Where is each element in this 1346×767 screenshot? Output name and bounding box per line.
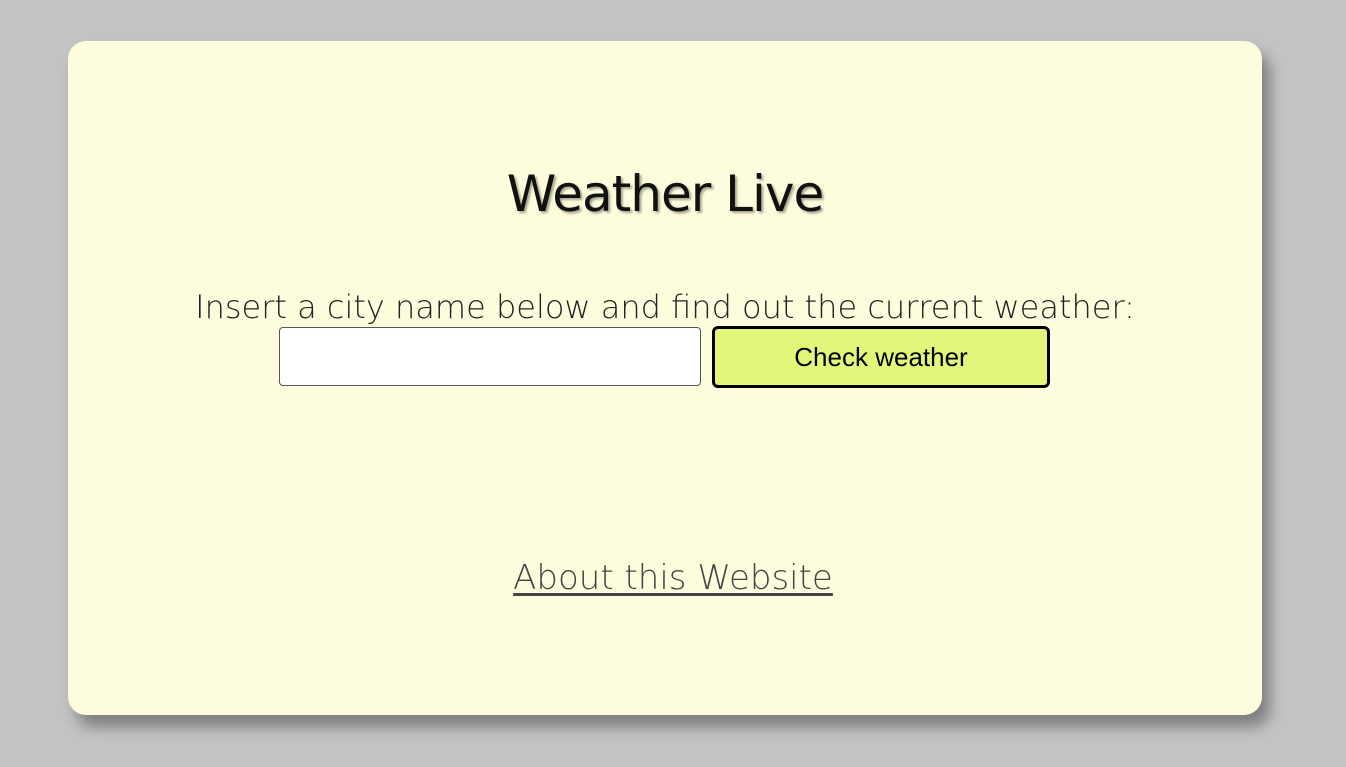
page-title: Weather Live <box>506 165 825 223</box>
city-search-input[interactable] <box>279 327 701 386</box>
instruction-text: Insert a city name below and find out th… <box>195 288 1135 326</box>
about-link-container: About this Website <box>0 561 1346 595</box>
check-weather-button[interactable]: Check weather <box>712 326 1050 388</box>
about-website-link[interactable]: About this Website <box>513 558 833 598</box>
